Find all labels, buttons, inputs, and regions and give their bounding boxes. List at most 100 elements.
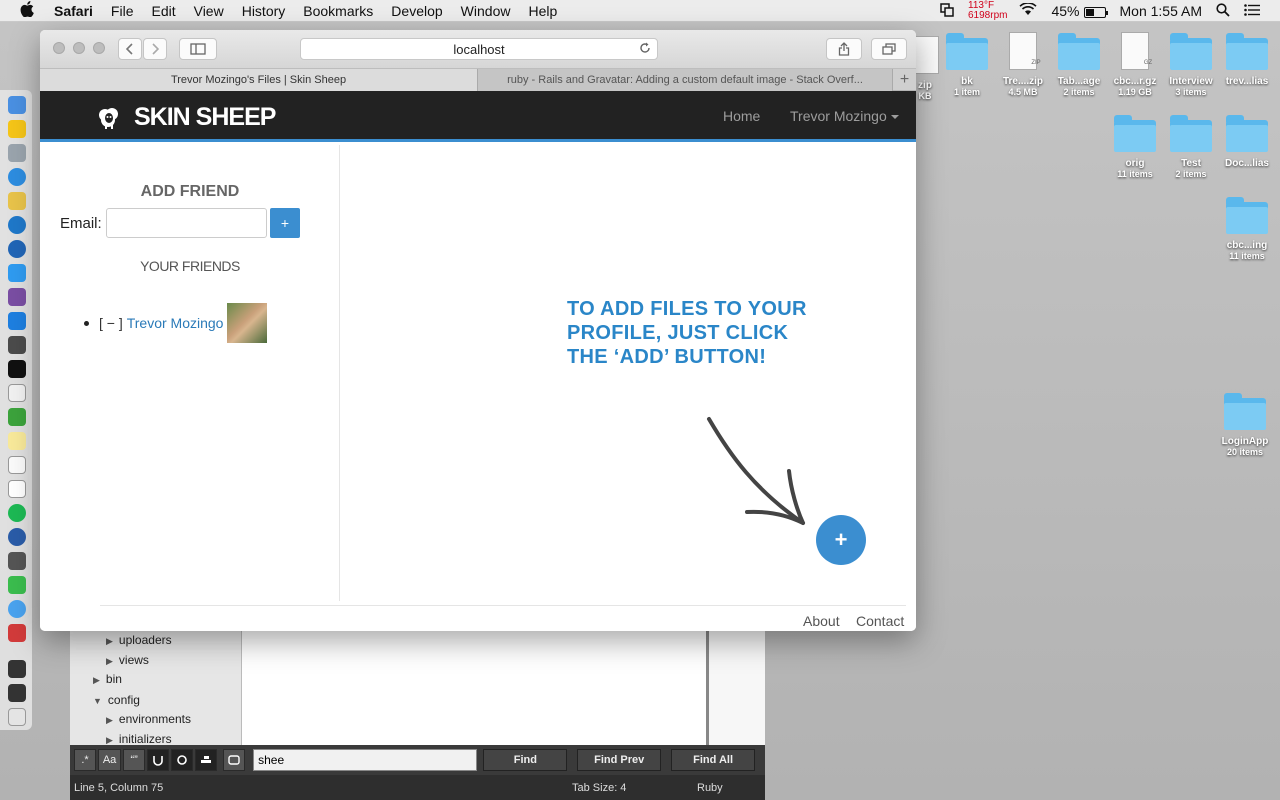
expand-arrow-icon[interactable]: ▶ xyxy=(93,675,100,685)
minimized-window-icon-1[interactable] xyxy=(8,660,26,678)
safari-icon[interactable] xyxy=(8,168,26,186)
screen-mirror-icon[interactable] xyxy=(940,2,954,20)
tree-item-uploaders[interactable]: ▶ uploaders xyxy=(106,633,172,647)
spotify-icon[interactable] xyxy=(8,504,26,522)
expand-arrow-icon[interactable]: ▶ xyxy=(106,715,113,725)
tree-item-bin[interactable]: ▶ bin xyxy=(93,672,122,686)
launchpad-icon[interactable] xyxy=(8,144,26,162)
finder-icon[interactable] xyxy=(8,96,26,114)
wrap-toggle[interactable] xyxy=(147,749,170,771)
calendar-icon[interactable] xyxy=(8,480,26,498)
tree-item-views[interactable]: ▶ views xyxy=(106,653,149,667)
textedit-icon[interactable] xyxy=(8,384,26,402)
site-brand[interactable]: SKIN SHEEP xyxy=(96,103,276,132)
remote-desktop-icon[interactable] xyxy=(8,624,26,642)
terminal-icon[interactable] xyxy=(8,360,26,378)
desktop-item[interactable]: Doc...lias xyxy=(1212,115,1280,169)
battery-indicator[interactable]: 45% xyxy=(1051,3,1108,19)
menu-help[interactable]: Help xyxy=(528,3,557,19)
r-app-icon[interactable] xyxy=(8,240,26,258)
collapse-arrow-icon[interactable]: ▼ xyxy=(93,696,102,706)
case-sensitive-toggle[interactable]: Aa xyxy=(98,749,122,771)
minimize-window-button[interactable] xyxy=(73,42,85,54)
forward-button[interactable] xyxy=(143,38,167,60)
footer-contact-link[interactable]: Contact xyxy=(856,613,904,629)
menu-view[interactable]: View xyxy=(194,3,224,19)
add-file-button[interactable]: + xyxy=(816,515,866,565)
find-prev-button[interactable]: Find Prev xyxy=(577,749,662,771)
menu-develop[interactable]: Develop xyxy=(391,3,442,19)
friend-avatar[interactable] xyxy=(227,303,268,343)
menubar-clock[interactable]: Mon 1:55 AM xyxy=(1120,3,1203,19)
minimized-window-icon-2[interactable] xyxy=(8,684,26,702)
desktop-item[interactable]: LoginApp 20 items xyxy=(1210,393,1280,457)
spotlight-search-icon[interactable] xyxy=(1216,2,1230,20)
find-button[interactable]: Find xyxy=(483,749,568,771)
friend-email-input[interactable] xyxy=(106,208,267,238)
highlight-matches-toggle[interactable] xyxy=(195,749,218,771)
whole-word-toggle[interactable]: “” xyxy=(123,749,146,771)
in-selection-toggle[interactable] xyxy=(171,749,194,771)
menu-history[interactable]: History xyxy=(242,3,286,19)
sidebar-toggle-button[interactable] xyxy=(179,38,217,60)
code-scrollbar[interactable] xyxy=(706,620,709,745)
tab-skin-sheep[interactable]: Trevor Mozingo's Files | Skin Sheep xyxy=(40,69,477,91)
messages-icon[interactable] xyxy=(8,600,26,618)
notification-center-icon[interactable] xyxy=(1244,3,1260,19)
temperature-readout[interactable]: 113°F 6198rpm xyxy=(968,1,1007,21)
footer-about-link[interactable]: About xyxy=(803,613,840,629)
code-area[interactable] xyxy=(242,620,707,745)
tab-stack-overflow[interactable]: ruby - Rails and Gravatar: Adding a cust… xyxy=(477,69,892,91)
tree-item-initializers[interactable]: ▶ initializers xyxy=(106,732,172,744)
new-tab-button[interactable]: + xyxy=(892,69,916,91)
trash-icon[interactable] xyxy=(8,708,26,726)
desktop-item[interactable]: trev...lias xyxy=(1212,33,1280,87)
menu-file[interactable]: File xyxy=(111,3,134,19)
preview-icon[interactable] xyxy=(8,552,26,570)
apple-icon[interactable] xyxy=(20,0,38,21)
facetime-icon[interactable] xyxy=(8,576,26,594)
tab-overview-button[interactable] xyxy=(871,38,907,60)
menu-safari[interactable]: Safari xyxy=(54,3,93,19)
expand-arrow-icon[interactable]: ▶ xyxy=(106,735,113,744)
github-icon[interactable] xyxy=(8,288,26,306)
friend-name-link[interactable]: Trevor Mozingo xyxy=(127,315,224,331)
remove-friend-link[interactable]: [ − ] xyxy=(99,315,123,331)
xcode-icon[interactable] xyxy=(8,216,26,234)
syntax-mode[interactable]: Ruby xyxy=(697,782,723,794)
wifi-icon[interactable] xyxy=(1019,2,1038,19)
desktop-item[interactable]: cbc...ing 11 items xyxy=(1212,197,1280,261)
back-button[interactable] xyxy=(118,38,142,60)
tree-item-environments[interactable]: ▶ environments xyxy=(106,712,191,726)
zoom-window-button[interactable] xyxy=(93,42,105,54)
app-store-icon[interactable] xyxy=(8,264,26,282)
quicktime-icon[interactable] xyxy=(8,528,26,546)
expand-arrow-icon[interactable]: ▶ xyxy=(106,636,113,646)
menu-window[interactable]: Window xyxy=(461,3,511,19)
regex-toggle[interactable]: .* xyxy=(74,749,96,771)
python-app-icon[interactable] xyxy=(8,192,26,210)
address-bar[interactable]: localhost xyxy=(300,38,658,60)
add-friend-button[interactable]: + xyxy=(270,208,300,238)
sublime-text-icon[interactable] xyxy=(8,336,26,354)
tree-item-config[interactable]: ▼ config xyxy=(93,693,140,707)
nav-home-link[interactable]: Home xyxy=(723,108,760,124)
tab-size[interactable]: Tab Size: 4 xyxy=(572,782,697,794)
nav-user-menu[interactable]: Trevor Mozingo xyxy=(790,108,899,124)
show-context-toggle[interactable] xyxy=(223,749,246,771)
reminders-icon[interactable] xyxy=(8,456,26,474)
reload-icon[interactable] xyxy=(639,42,651,57)
dropbox-icon[interactable] xyxy=(8,312,26,330)
find-input[interactable] xyxy=(253,749,478,771)
notes-icon[interactable] xyxy=(8,432,26,450)
share-button[interactable] xyxy=(826,38,862,60)
tab-title: ruby - Rails and Gravatar: Adding a cust… xyxy=(507,74,863,86)
radiation-app-icon[interactable] xyxy=(8,120,26,138)
find-all-button[interactable]: Find All xyxy=(671,749,755,771)
evernote-icon[interactable] xyxy=(8,408,26,426)
menu-edit[interactable]: Edit xyxy=(151,3,175,19)
menu-bookmarks[interactable]: Bookmarks xyxy=(303,3,373,19)
close-window-button[interactable] xyxy=(53,42,65,54)
highlight-icon xyxy=(201,756,212,763)
expand-arrow-icon[interactable]: ▶ xyxy=(106,656,113,666)
